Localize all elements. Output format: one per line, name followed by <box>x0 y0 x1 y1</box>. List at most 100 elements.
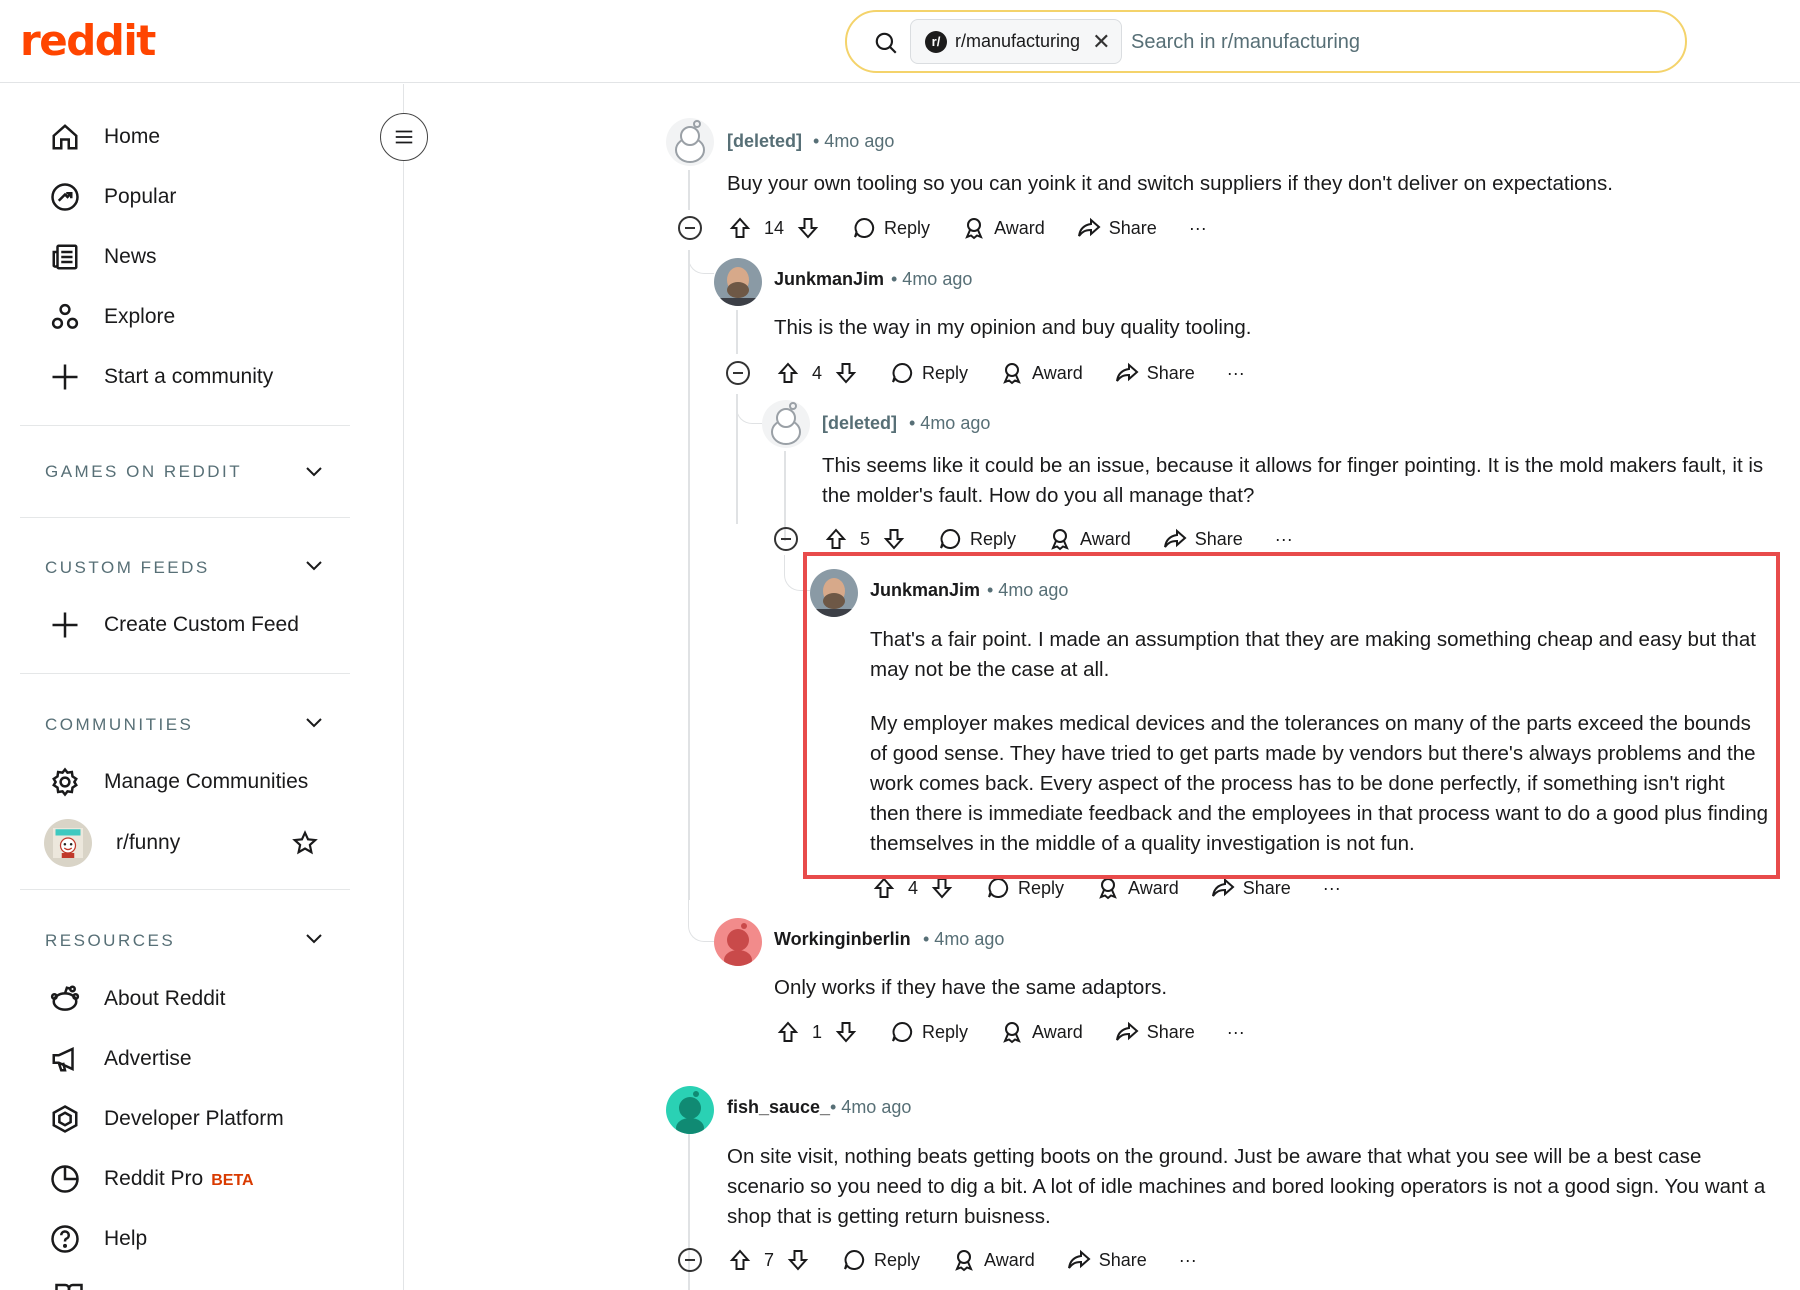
search-bar[interactable]: r/ r/manufacturing ✕ <box>845 10 1687 73</box>
share-button[interactable]: Share <box>1069 216 1165 240</box>
share-button[interactable]: Share <box>1107 1020 1203 1044</box>
share-label: Share <box>1146 1021 1195 1042</box>
collapse-comment-button[interactable] <box>726 361 750 385</box>
sidebar-item-developer-platform[interactable]: Developer Platform <box>50 1104 284 1134</box>
share-button[interactable]: Share <box>1155 527 1251 551</box>
comment-paragraph: On site visit, nothing beats getting boo… <box>727 1145 1766 1228</box>
upvote-button[interactable] <box>768 361 808 385</box>
share-label: Share <box>1242 877 1291 898</box>
reply-button[interactable]: Reply <box>882 1020 976 1044</box>
section-resources-header[interactable]: RESOURCES <box>45 931 175 951</box>
downvote-button[interactable] <box>778 1248 818 1272</box>
chevron-down-icon[interactable] <box>302 460 326 484</box>
more-options-button[interactable]: ··· <box>1267 529 1301 550</box>
reply-button[interactable]: Reply <box>834 1248 928 1272</box>
more-options-button[interactable]: ··· <box>1219 363 1253 384</box>
avatar[interactable] <box>666 1086 714 1134</box>
sidebar-item-about-reddit[interactable]: About Reddit <box>50 984 225 1014</box>
comment-author[interactable]: JunkmanJim <box>774 269 884 290</box>
avatar[interactable] <box>666 118 714 166</box>
award-icon <box>1099 878 1117 900</box>
sidebar-item-manage-communities[interactable]: Manage Communities <box>50 767 308 797</box>
thread-connector <box>688 250 714 274</box>
sidebar-item-help[interactable]: Help <box>50 1224 147 1254</box>
more-options-button[interactable]: ··· <box>1171 1250 1205 1271</box>
star-icon[interactable] <box>292 830 318 856</box>
comment-author[interactable]: Workinginberlin <box>774 929 911 950</box>
reply-button[interactable]: Reply <box>844 216 938 240</box>
comment-author[interactable]: [deleted] <box>727 131 802 152</box>
collapse-comment-button[interactable] <box>678 1248 702 1272</box>
upvote-icon <box>777 362 799 383</box>
collapse-comment-button[interactable] <box>774 527 798 551</box>
share-label: Share <box>1146 362 1195 383</box>
thread-line <box>688 170 690 210</box>
award-button[interactable]: Award <box>992 361 1091 385</box>
share-button[interactable]: Share <box>1107 361 1203 385</box>
reply-label: Reply <box>922 1021 969 1042</box>
thread-line <box>736 310 738 354</box>
comment-timestamp: • 4mo ago <box>987 580 1069 600</box>
award-button[interactable]: Award <box>1088 876 1187 900</box>
avatar[interactable] <box>810 569 858 617</box>
section-communities-header[interactable]: COMMUNITIES <box>45 715 193 735</box>
comment-body: This seems like it could be an issue, be… <box>822 451 1772 511</box>
sidebar-item-popular[interactable]: Popular <box>50 182 176 212</box>
subreddit-icon: r/ <box>925 30 947 53</box>
downvote-button[interactable] <box>874 527 914 551</box>
comment-icon <box>892 1021 913 1042</box>
downvote-button[interactable] <box>922 876 962 900</box>
reply-button[interactable]: Reply <box>978 876 1072 900</box>
share-button[interactable]: Share <box>1203 876 1299 900</box>
comment-paragraph: Only works if they have the same adaptor… <box>774 976 1168 999</box>
vote-count: 1 <box>812 1021 823 1042</box>
sidebar-item-explore[interactable]: Explore <box>50 302 175 332</box>
collapse-comment-button[interactable] <box>678 216 702 240</box>
sidebar-item-r-funny[interactable]: r/funny <box>44 819 180 867</box>
award-button[interactable]: Award <box>944 1248 1043 1272</box>
sidebar-item-news[interactable]: News <box>50 242 157 272</box>
more-options-button[interactable]: ··· <box>1219 1022 1253 1043</box>
upvote-button[interactable] <box>864 876 904 900</box>
award-button[interactable]: Award <box>1040 527 1139 551</box>
share-button[interactable]: Share <box>1059 1248 1155 1272</box>
upvote-button[interactable] <box>816 527 856 551</box>
chevron-down-icon[interactable] <box>302 927 326 951</box>
sidebar-item-start-community[interactable]: Start a community <box>50 362 273 392</box>
comment-body: Buy your own tooling so you can yoink it… <box>727 169 1787 199</box>
reply-button[interactable]: Reply <box>930 527 1024 551</box>
upvote-button[interactable] <box>768 1020 808 1044</box>
more-options-button[interactable]: ··· <box>1315 878 1349 899</box>
award-button[interactable]: Award <box>992 1020 1091 1044</box>
section-games-header[interactable]: GAMES ON REDDIT <box>45 462 242 482</box>
avatar[interactable] <box>762 400 810 448</box>
sidebar-item-advertise[interactable]: Advertise <box>50 1044 192 1074</box>
section-custom-feeds-header[interactable]: CUSTOM FEEDS <box>45 558 210 578</box>
sidebar-item-create-custom-feed[interactable]: Create Custom Feed <box>50 610 299 640</box>
search-input[interactable] <box>1131 24 1651 60</box>
upvote-button[interactable] <box>720 216 760 240</box>
downvote-button[interactable] <box>826 1020 866 1044</box>
comment-author[interactable]: fish_sauce_ <box>727 1097 830 1118</box>
reddit-logo[interactable]: reddit <box>20 16 156 65</box>
sidebar-item-home[interactable]: Home <box>50 122 160 152</box>
community-filter-chip[interactable]: r/ r/manufacturing ✕ <box>910 19 1122 64</box>
avatar[interactable] <box>714 918 762 966</box>
avatar[interactable] <box>714 258 762 306</box>
downvote-button[interactable] <box>826 361 866 385</box>
vote-count: 4 <box>908 877 919 898</box>
chevron-down-icon[interactable] <box>302 554 326 578</box>
chevron-down-icon[interactable] <box>302 711 326 735</box>
comment-body: On site visit, nothing beats getting boo… <box>727 1142 1767 1232</box>
downvote-button[interactable] <box>788 216 828 240</box>
comment-author[interactable]: JunkmanJim <box>870 580 980 601</box>
award-button[interactable]: Award <box>954 216 1053 240</box>
more-options-button[interactable]: ··· <box>1181 218 1215 239</box>
close-icon[interactable]: ✕ <box>1092 29 1110 55</box>
collapse-sidebar-button[interactable] <box>380 113 428 161</box>
default-snoo-avatar <box>714 918 762 966</box>
reply-button[interactable]: Reply <box>882 361 976 385</box>
upvote-button[interactable] <box>720 1248 760 1272</box>
sidebar-item-reddit-pro[interactable]: Reddit Pro BETA <box>50 1164 254 1194</box>
comment-author[interactable]: [deleted] <box>822 413 897 434</box>
